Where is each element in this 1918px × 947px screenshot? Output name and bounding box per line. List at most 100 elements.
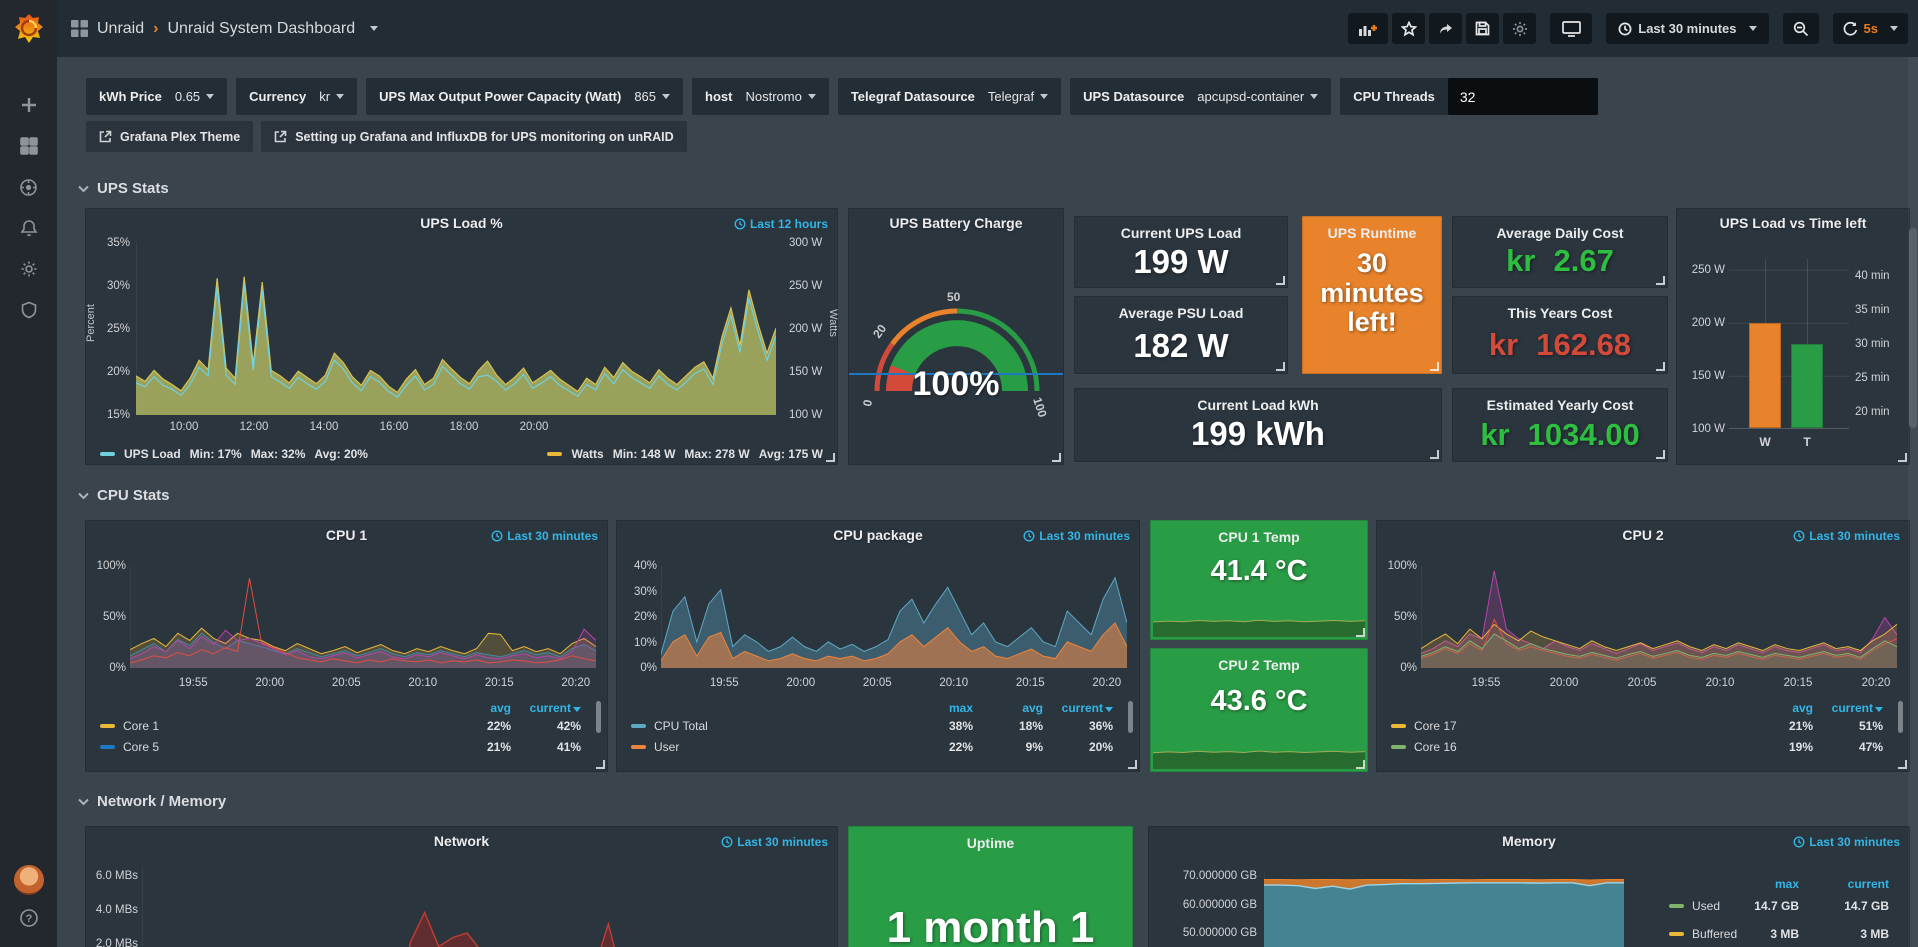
section-network-memory[interactable]: Network / Memory xyxy=(78,793,226,810)
stat-title[interactable]: This Years Cost xyxy=(1453,305,1667,321)
tv-mode-button[interactable] xyxy=(1550,13,1592,44)
panel-time-override[interactable]: Last 30 minutes xyxy=(1023,529,1130,543)
legend-swatch xyxy=(1391,724,1406,728)
panel-title[interactable]: UPS Load vs Time left xyxy=(1677,215,1909,231)
stat-title[interactable]: Estimated Yearly Cost xyxy=(1453,397,1667,413)
legend-sort-max[interactable]: max xyxy=(903,701,973,715)
legend-sort-max[interactable]: max xyxy=(1709,877,1799,891)
ups-load-plot[interactable] xyxy=(136,243,776,415)
variable-currency[interactable]: Currencykr xyxy=(236,78,357,115)
link-ups-monitoring-guide[interactable]: Setting up Grafana and InfluxDB for UPS … xyxy=(261,121,686,152)
panel-title[interactable]: UPS Load % xyxy=(86,215,837,231)
legend-values: 21%51% xyxy=(1743,719,1883,733)
stat-value: 199 kWh xyxy=(1075,415,1441,453)
axis-tick: 100% xyxy=(1381,559,1417,573)
time-range-picker[interactable]: Last 30 minutes xyxy=(1606,13,1768,44)
stat-title[interactable]: UPS Runtime xyxy=(1303,225,1441,241)
stat-title[interactable]: Current UPS Load xyxy=(1075,225,1287,241)
dashboard-settings-button[interactable] xyxy=(1503,13,1536,44)
panel-time-override[interactable]: Last 30 minutes xyxy=(1793,529,1900,543)
legend-sort-avg[interactable]: avg xyxy=(441,701,511,715)
cpu-package-plot[interactable] xyxy=(661,566,1127,668)
legend-label[interactable]: CPU Total xyxy=(654,719,708,733)
breadcrumb-app[interactable]: Unraid xyxy=(97,20,144,38)
dashboard-caret-icon[interactable] xyxy=(370,26,378,31)
page-scrollbar-thumb[interactable] xyxy=(1909,228,1917,428)
legend-label[interactable]: User xyxy=(654,740,679,754)
legend-sort-current[interactable]: current xyxy=(1043,701,1113,715)
legend-sort-current[interactable]: current xyxy=(1799,877,1889,891)
axis-tick: 250 W xyxy=(789,279,829,293)
x-axis-ticks: 19:5520:0020:0520:1020:1520:20 xyxy=(686,677,1145,689)
memory-plot[interactable] xyxy=(1264,871,1624,947)
stat-title[interactable]: Average Daily Cost xyxy=(1453,225,1667,241)
page-scrollbar-track[interactable] xyxy=(1908,57,1918,947)
user-avatar[interactable] xyxy=(14,865,44,895)
axis-tick: 50% xyxy=(1381,610,1417,624)
legend-sort-avg[interactable]: avg xyxy=(1743,701,1813,715)
explore-icon[interactable] xyxy=(0,167,57,207)
top-navbar: Unraid › Unraid System Dashboard xyxy=(57,0,1918,57)
stat-title[interactable]: Average PSU Load xyxy=(1075,305,1287,321)
alerting-bell-icon[interactable] xyxy=(0,208,57,248)
legend-scrollbar[interactable] xyxy=(1898,701,1903,733)
panel-ups-battery-charge: UPS Battery Charge 0 20 50 100 100% xyxy=(848,208,1064,465)
legend-label[interactable]: Core 17 xyxy=(1414,719,1457,733)
axis-tick: 30 min xyxy=(1855,337,1907,351)
configuration-gear-icon[interactable] xyxy=(0,249,57,289)
variable-ups-datasource[interactable]: UPS Datasourceapcupsd-container xyxy=(1070,78,1331,115)
stat-title[interactable]: CPU 1 Temp xyxy=(1151,529,1367,545)
variable-telegraf-datasource[interactable]: Telegraf DatasourceTelegraf xyxy=(838,78,1061,115)
grafana-logo[interactable] xyxy=(0,0,57,57)
help-icon[interactable]: ? xyxy=(0,903,57,933)
panel-cpu2-temp: CPU 2 Temp 43.6 °C xyxy=(1150,648,1368,772)
variable-host[interactable]: hostNostromo xyxy=(692,78,829,115)
legend-scrollbar[interactable] xyxy=(1128,701,1133,733)
variable-kwh-price[interactable]: kWh Price0.65 xyxy=(86,78,227,115)
stat-title[interactable]: CPU 2 Temp xyxy=(1151,657,1367,673)
panel-cpu-package: CPU package Last 30 minutes 40%30%20%10%… xyxy=(616,520,1140,772)
add-panel-button[interactable] xyxy=(1348,13,1388,44)
panel-time-override[interactable]: Last 30 minutes xyxy=(1793,835,1900,849)
axis-tick: 20:20 xyxy=(1069,677,1146,689)
section-ups-stats[interactable]: UPS Stats xyxy=(78,180,169,197)
stat-title[interactable]: Current Load kWh xyxy=(1075,397,1441,413)
save-button[interactable] xyxy=(1466,13,1499,44)
panel-time-override[interactable]: Last 30 minutes xyxy=(721,835,828,849)
bar-time-left[interactable] xyxy=(1791,344,1823,429)
clock-icon xyxy=(491,530,503,542)
network-plot[interactable] xyxy=(142,867,778,947)
legend-sort-avg[interactable]: avg xyxy=(973,701,1043,715)
legend-label[interactable]: Core 16 xyxy=(1414,740,1457,754)
cpu1-plot[interactable] xyxy=(130,566,596,668)
server-admin-shield-icon[interactable] xyxy=(0,290,57,330)
legend-swatch xyxy=(1669,932,1684,936)
link-grafana-plex-theme[interactable]: Grafana Plex Theme xyxy=(86,121,253,152)
legend-sort-current[interactable]: current xyxy=(511,701,581,715)
breadcrumb-dashboard-title[interactable]: Unraid System Dashboard xyxy=(167,20,355,38)
panel-time-override[interactable]: Last 30 minutes xyxy=(491,529,598,543)
stat-title[interactable]: Uptime xyxy=(849,835,1132,851)
create-icon[interactable] xyxy=(0,85,57,125)
dashboards-icon[interactable] xyxy=(0,126,57,166)
section-cpu-stats[interactable]: CPU Stats xyxy=(78,487,170,504)
star-button[interactable] xyxy=(1392,13,1425,44)
panel-time-override[interactable]: Last 12 hours xyxy=(734,217,828,231)
bar-watts[interactable] xyxy=(1749,323,1781,428)
legend-label[interactable]: UPS Load xyxy=(124,447,181,461)
refresh-control[interactable]: 5s xyxy=(1833,13,1908,44)
axis-tick: 50.000000 GB xyxy=(1163,926,1257,940)
legend-swatch xyxy=(547,452,562,456)
share-button[interactable] xyxy=(1429,13,1462,44)
zoom-out-button[interactable] xyxy=(1783,13,1819,44)
legend-scrollbar[interactable] xyxy=(596,701,601,733)
y-axis-ticks: 100%50%0% xyxy=(90,559,126,675)
cpu2-plot[interactable] xyxy=(1421,566,1897,668)
legend-label[interactable]: Core 1 xyxy=(123,719,159,733)
panel-title[interactable]: UPS Battery Charge xyxy=(849,215,1063,231)
cpu-threads-input[interactable]: 32 xyxy=(1448,78,1598,115)
legend-sort-current[interactable]: current xyxy=(1813,701,1883,715)
variable-ups-max-output[interactable]: UPS Max Output Power Capacity (Watt)865 xyxy=(366,78,683,115)
legend-label[interactable]: Watts xyxy=(571,447,603,461)
legend-label[interactable]: Core 5 xyxy=(123,740,159,754)
